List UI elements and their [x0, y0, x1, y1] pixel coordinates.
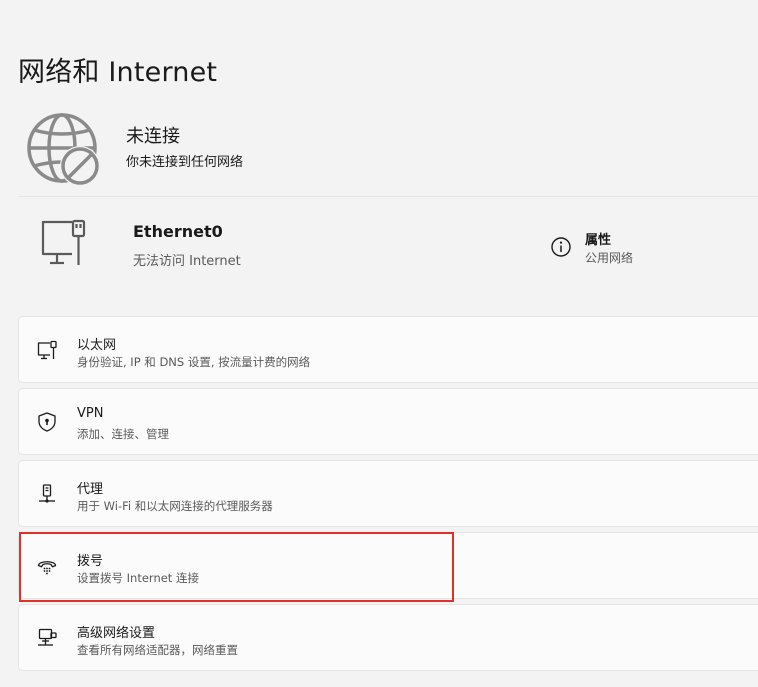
section-divider — [18, 196, 758, 197]
globe-disconnected-icon — [26, 112, 102, 188]
page-title: 网络和 Internet — [18, 57, 218, 88]
vpn-shield-icon — [36, 411, 58, 433]
ethernet-icon — [36, 339, 58, 361]
settings-item-description: 查看所有网络适配器，网络重置 — [77, 643, 238, 657]
settings-item-ethernet[interactable]: 以太网 身份验证, IP 和 DNS 设置, 按流量计费的网络 — [18, 316, 758, 383]
settings-item-description: 添加、连接、管理 — [77, 427, 169, 441]
settings-item-description: 身份验证, IP 和 DNS 设置, 按流量计费的网络 — [77, 355, 311, 369]
properties-title: 属性 — [585, 233, 612, 248]
status-description: 你未连接到任何网络 — [126, 155, 244, 170]
settings-item-title: VPN — [77, 406, 104, 421]
adapter-summary: Ethernet0 无法访问 Internet 属性 公用网络 — [18, 198, 758, 288]
settings-item-title: 高级网络设置 — [77, 626, 156, 641]
info-icon — [550, 236, 572, 258]
settings-item-title: 以太网 — [77, 338, 117, 353]
settings-item-dialup[interactable]: 拨号 设置拨号 Internet 连接 — [18, 532, 758, 599]
settings-item-description: 用于 Wi-Fi 和以太网连接的代理服务器 — [77, 499, 273, 513]
advanced-network-icon — [36, 627, 58, 649]
settings-list: 以太网 身份验证, IP 和 DNS 设置, 按流量计费的网络 VPN 添加、连… — [18, 316, 758, 676]
settings-item-title: 拨号 — [77, 554, 104, 569]
settings-item-advanced-network[interactable]: 高级网络设置 查看所有网络适配器，网络重置 — [18, 604, 758, 671]
properties-link[interactable]: 属性 公用网络 — [550, 228, 710, 268]
dialup-icon — [36, 555, 58, 577]
properties-network-profile: 公用网络 — [585, 251, 634, 265]
adapter-status: 无法访问 Internet — [133, 254, 241, 269]
settings-item-description: 设置拨号 Internet 连接 — [77, 571, 199, 585]
settings-item-title: 代理 — [77, 482, 104, 497]
connection-status: 未连接 你未连接到任何网络 — [18, 108, 758, 196]
status-title: 未连接 — [126, 126, 180, 147]
settings-item-proxy[interactable]: 代理 用于 Wi-Fi 和以太网连接的代理服务器 — [18, 460, 758, 527]
settings-item-vpn[interactable]: VPN 添加、连接、管理 — [18, 388, 758, 455]
wired-monitor-icon — [38, 218, 88, 268]
proxy-icon — [36, 483, 58, 505]
network-internet-page: 网络和 Internet 未连接 你未连接到任何网络 Ethernet0 无法访… — [0, 0, 758, 687]
adapter-name: Ethernet0 — [133, 222, 223, 241]
